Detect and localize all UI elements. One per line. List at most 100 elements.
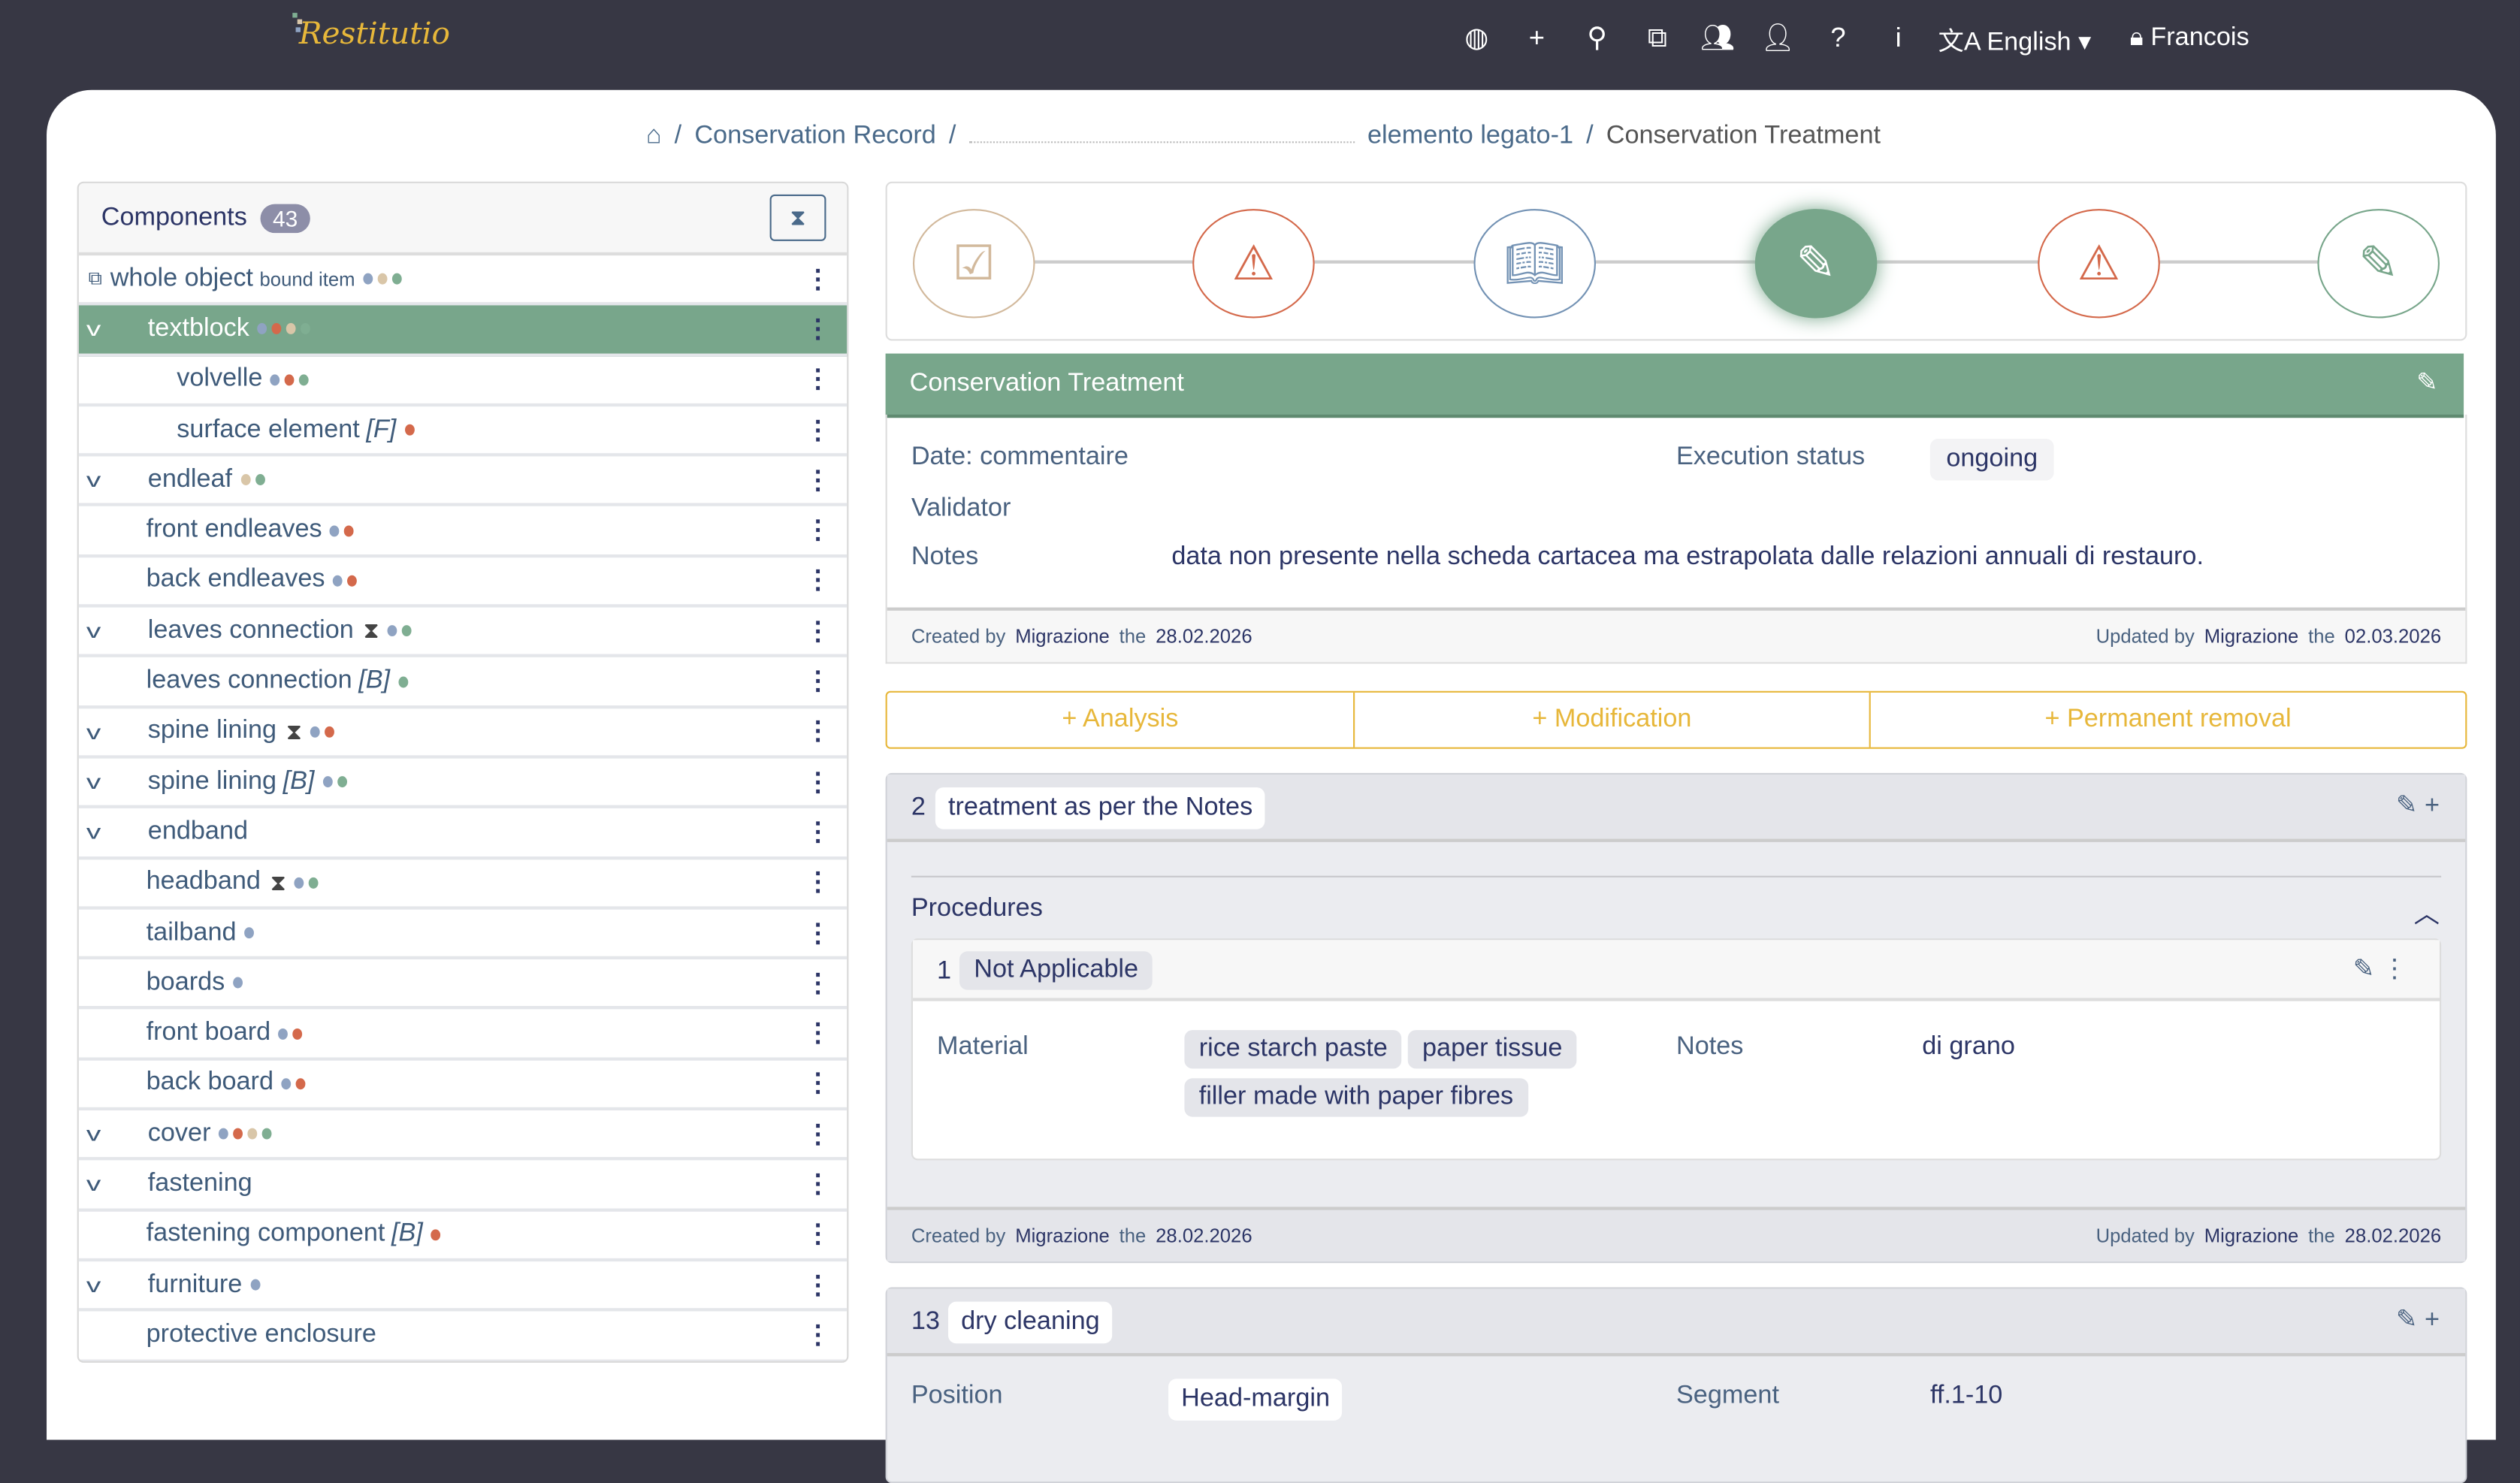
component-row[interactable]: surface element[F]⋮ (79, 406, 847, 457)
edit-add-icons[interactable]: ✎ + (2396, 789, 2440, 821)
step-book-search-icon[interactable]: 📖︎ (1473, 209, 1596, 318)
status-dot (250, 1279, 260, 1291)
kebab-menu-icon[interactable]: ⋮ (805, 1068, 831, 1100)
kebab-menu-icon[interactable]: ⋮ (805, 515, 831, 547)
breadcrumb-conservation-record[interactable]: Conservation Record (694, 122, 935, 152)
chevron-down-icon[interactable]: v (86, 317, 101, 341)
kebab-menu-icon[interactable]: ⋮ (805, 816, 831, 848)
chevron-down-icon[interactable]: v (86, 1172, 101, 1196)
kebab-menu-icon[interactable]: ⋮ (805, 866, 831, 899)
breadcrumb-redacted[interactable] (969, 122, 1355, 143)
component-row[interactable]: ⧉whole objectbound item⋮ (79, 255, 847, 306)
component-row[interactable]: fastening component[B]⋮ (79, 1211, 847, 1261)
treatment-header: Conservation Treatment ✎ (886, 354, 2464, 418)
user-icon[interactable]: 👤︎ (1748, 23, 1808, 55)
chevron-down-icon[interactable]: v (86, 1122, 101, 1146)
component-row[interactable]: vendband⋮ (79, 808, 847, 859)
kebab-menu-icon[interactable]: ⋮ (805, 1319, 831, 1352)
info-icon[interactable]: i (1869, 23, 1929, 55)
component-row[interactable]: protective enclosure⋮ (79, 1312, 847, 1362)
status-dot (398, 675, 408, 687)
kebab-menu-icon[interactable]: ⋮ (805, 967, 831, 999)
status-dot (300, 374, 310, 385)
component-row[interactable]: v furniture ⋮ (79, 1261, 847, 1312)
kebab-menu-icon[interactable]: ⋮ (805, 716, 831, 748)
component-row[interactable]: tailband⋮ (79, 909, 847, 959)
kebab-menu-icon[interactable]: ⋮ (805, 666, 831, 698)
kebab-menu-icon[interactable]: ⋮ (805, 1269, 831, 1301)
step-report-warning-icon-2[interactable]: ⚠ (2038, 209, 2160, 318)
status-dot (293, 1028, 303, 1039)
edit-add-icons[interactable]: ✎ + (2396, 1303, 2440, 1336)
kebab-menu-icon[interactable]: ⋮ (805, 263, 831, 295)
component-row[interactable]: vtextblock⋮ (79, 306, 847, 356)
component-row[interactable]: vspine lining⧗⋮ (79, 708, 847, 759)
kebab-menu-icon[interactable]: ⋮ (805, 1219, 831, 1251)
component-row[interactable]: vendleaf⋮ (79, 457, 847, 507)
status-dot (322, 776, 332, 787)
component-row[interactable]: leaves connection[B]⋮ (79, 658, 847, 708)
add-analysis-button[interactable]: + Analysis (887, 693, 1355, 748)
status-dot (233, 1128, 243, 1140)
component-label: boards (147, 968, 225, 998)
component-row[interactable]: front board⋮ (79, 1010, 847, 1060)
kebab-menu-icon[interactable]: ⋮ (805, 313, 831, 346)
kebab-menu-icon[interactable]: ⋮ (805, 364, 831, 396)
chevron-down-icon[interactable]: v (86, 770, 101, 794)
add-modification-button[interactable]: + Modification (1355, 693, 1871, 748)
chevron-down-icon[interactable]: v (86, 1273, 101, 1297)
component-row[interactable]: vleaves connection⧗⋮ (79, 608, 847, 658)
sitemap-icon[interactable]: ⧉ (1627, 23, 1688, 55)
plus-icon[interactable]: + (1506, 23, 1567, 55)
status-dot (282, 1078, 292, 1089)
kebab-menu-icon[interactable]: ⋮ (805, 464, 831, 497)
kebab-menu-icon[interactable]: ⋮ (805, 414, 831, 446)
component-row[interactable]: back board⋮ (79, 1060, 847, 1110)
component-label: front endleaves (147, 516, 322, 545)
component-row[interactable]: front endleaves ⋮ (79, 507, 847, 557)
collapse-chevron-icon[interactable]: ︿ (2414, 892, 2440, 930)
procedure-edit-menu-icons[interactable]: ✎ ⋮ (2353, 953, 2407, 985)
question-icon[interactable]: ? (1808, 23, 1868, 55)
chevron-down-icon[interactable]: v (86, 619, 101, 643)
step-treatment-icon[interactable]: ✎ (1755, 209, 1878, 318)
kebab-menu-icon[interactable]: ⋮ (805, 615, 831, 648)
edit-pencil-icon[interactable]: ✎ (2416, 367, 2438, 399)
step-treatment-outline-icon[interactable]: ✎ (2317, 209, 2440, 318)
users-icon[interactable]: 👥︎ (1688, 23, 1748, 55)
kebab-menu-icon[interactable]: ⋮ (805, 917, 831, 949)
chevron-down-icon[interactable]: v (86, 820, 101, 844)
globe-icon[interactable]: ◍ (1446, 23, 1506, 55)
breadcrumb: ⌂/ Conservation Record/ elemento legato-… (646, 122, 1881, 152)
hourglass-icon: ⧗ (364, 618, 379, 645)
component-row[interactable]: v cover ⋮ (79, 1110, 847, 1161)
component-row[interactable]: volvelle⋮ (79, 356, 847, 406)
component-row[interactable]: boards ⋮ (79, 959, 847, 1010)
kebab-menu-icon[interactable]: ⋮ (805, 1118, 831, 1150)
chevron-down-icon[interactable]: v (86, 720, 101, 744)
component-row[interactable]: vfastening⋮ (79, 1161, 847, 1211)
logo[interactable]: Restitutio (299, 16, 450, 51)
step-report-warning-icon[interactable]: ⚠ (1192, 209, 1315, 318)
kebab-menu-icon[interactable]: ⋮ (805, 766, 831, 798)
component-row[interactable]: headband⧗⋮ (79, 859, 847, 909)
component-label: cover (148, 1119, 211, 1149)
search-icon[interactable]: ⚲ (1567, 23, 1627, 55)
kebab-menu-icon[interactable]: ⋮ (805, 565, 831, 597)
kebab-menu-icon[interactable]: ⋮ (805, 1017, 831, 1050)
chevron-down-icon[interactable]: v (86, 468, 101, 492)
language-dropdown[interactable]: 文A English ▾ (1938, 20, 2092, 58)
component-label: headband (147, 868, 261, 897)
home-icon[interactable]: ⌂ (646, 122, 662, 152)
hourglass-filter-button[interactable]: ⧗ (770, 195, 826, 241)
kebab-menu-icon[interactable]: ⋮ (805, 1168, 831, 1201)
component-row[interactable]: back endleaves⋮ (79, 557, 847, 608)
user-menu[interactable]: 🔒︎ Francois (2130, 24, 2250, 53)
status-dot (325, 726, 334, 737)
step-checklist-icon[interactable]: ☑ (913, 209, 1035, 318)
breadcrumb-element[interactable]: elemento legato-1 (1367, 122, 1573, 152)
add-permanent-removal-button[interactable]: + Permanent removal (1871, 693, 2465, 748)
component-row[interactable]: vspine lining[B]⋮ (79, 759, 847, 809)
status-dot (255, 475, 264, 486)
component-label: furniture (148, 1270, 243, 1300)
